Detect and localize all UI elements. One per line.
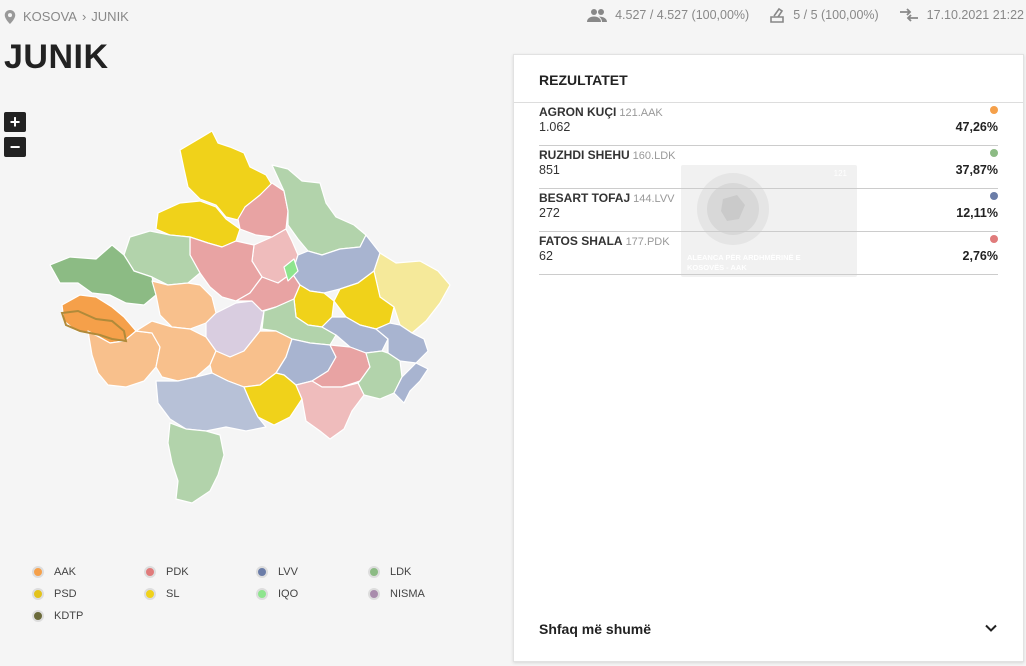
candidate-votes: 1.062 [539,120,571,134]
legend-label: LDK [390,565,412,578]
map-region[interactable] [167,422,225,504]
party-legend: AAK PDK LVV LDK PSD SL IQO NISMA KDTP [32,565,492,622]
party-color-dot [990,149,998,157]
party-color-dot [990,192,998,200]
breadcrumb: KOSOVA › JUNIK [4,9,129,24]
sync-arrows-icon [899,8,918,22]
location-pin-icon [4,9,16,24]
top-bar: KOSOVA › JUNIK 4.527 / 4.527 (100,00%) 5… [0,0,1026,34]
candidate-name: AGRON KUÇI [539,105,617,119]
legend-item-iqo[interactable]: IQO [256,587,368,600]
chevron-right-icon: › [81,9,87,24]
candidate-votes: 851 [539,163,560,177]
legend-label: NISMA [390,587,425,600]
legend-label: PSD [54,587,77,600]
candidate-name: RUZHDI SHEHU [539,148,630,162]
stations-count: 5 / 5 (100,00%) [793,8,879,22]
legend-item-lvv[interactable]: LVV [256,565,368,578]
legend-color-dot [256,587,268,600]
legend-item-nisma[interactable]: NISMA [368,587,480,600]
legend-item-ldk[interactable]: LDK [368,565,480,578]
party-color-dot [990,106,998,114]
legend-color-dot [144,565,156,578]
candidate-row[interactable]: FATOS SHALA 177.PDK 62 2,76% [539,232,998,275]
legend-item-pdk[interactable]: PDK [144,565,256,578]
candidate-row[interactable]: BESART TOFAJ 144.LVV 272 12,11% [539,189,998,232]
candidate-code: 121.AAK [619,107,663,119]
candidate-row[interactable]: RUZHDI SHEHU 160.LDK 851 37,87% [539,146,998,189]
voters-count: 4.527 / 4.527 (100,00%) [615,8,750,22]
candidate-percent: 2,76% [962,249,998,263]
ballot-box-icon [770,7,785,23]
candidate-name: BESART TOFAJ [539,191,631,205]
legend-color-dot [368,587,380,600]
candidate-code: 160.LDK [632,150,676,162]
kosovo-results-map [49,130,451,504]
legend-label: KDTP [54,609,84,622]
breadcrumb-country[interactable]: KOSOVA [23,9,77,24]
results-panel: REZULTATET 121 ALEANCA PËR ARDHMËRINË E … [513,54,1024,662]
legend-color-dot [32,587,44,600]
legend-color-dot [144,587,156,600]
legend-color-dot [32,609,44,622]
map-region[interactable] [295,380,365,440]
legend-label: PDK [166,565,189,578]
show-more-label: Shfaq më shumë [539,621,652,637]
candidate-name: FATOS SHALA [539,234,623,248]
chevron-down-icon [985,624,997,632]
legend-item-psd[interactable]: PSD [32,587,144,600]
legend-item-kdtp[interactable]: KDTP [32,609,144,622]
candidate-row[interactable]: AGRON KUÇI 121.AAK 1.062 47,26% [539,103,998,146]
results-list: 121 ALEANCA PËR ARDHMËRINË E KOSOVËS - A… [514,103,1023,277]
legend-item-aak[interactable]: AAK [32,565,144,578]
stats-bar: 4.527 / 4.527 (100,00%) 5 / 5 (100,00%) … [567,7,1024,23]
candidate-percent: 12,11% [956,206,998,220]
updated-stat: 17.10.2021 21:22 [899,8,1024,22]
legend-color-dot [256,565,268,578]
legend-color-dot [368,565,380,578]
zoom-in-button[interactable]: + [4,112,26,132]
candidate-percent: 47,26% [955,120,998,134]
legend-label: IQO [278,587,299,600]
voters-stat: 4.527 / 4.527 (100,00%) [587,8,749,22]
legend-item-sl[interactable]: SL [144,587,256,600]
page-title: JUNIK [4,38,109,76]
people-icon [587,9,608,22]
breadcrumb-municipality: JUNIK [91,9,129,24]
candidate-votes: 272 [539,206,560,220]
zoom-out-button[interactable]: − [4,137,26,157]
legend-color-dot [32,565,44,578]
legend-label: LVV [278,565,298,578]
candidate-code: 177.PDK [625,236,670,248]
updated-time: 17.10.2021 21:22 [926,8,1024,22]
legend-label: SL [166,587,180,600]
candidate-code: 144.LVV [633,193,675,205]
results-title: REZULTATET [514,55,1023,103]
show-more-button[interactable]: Shfaq më shumë [514,603,1023,661]
candidate-percent: 37,87% [955,163,998,177]
candidate-votes: 62 [539,249,553,263]
legend-label: AAK [54,565,77,578]
stations-stat: 5 / 5 (100,00%) [769,7,879,23]
party-color-dot [990,235,998,243]
